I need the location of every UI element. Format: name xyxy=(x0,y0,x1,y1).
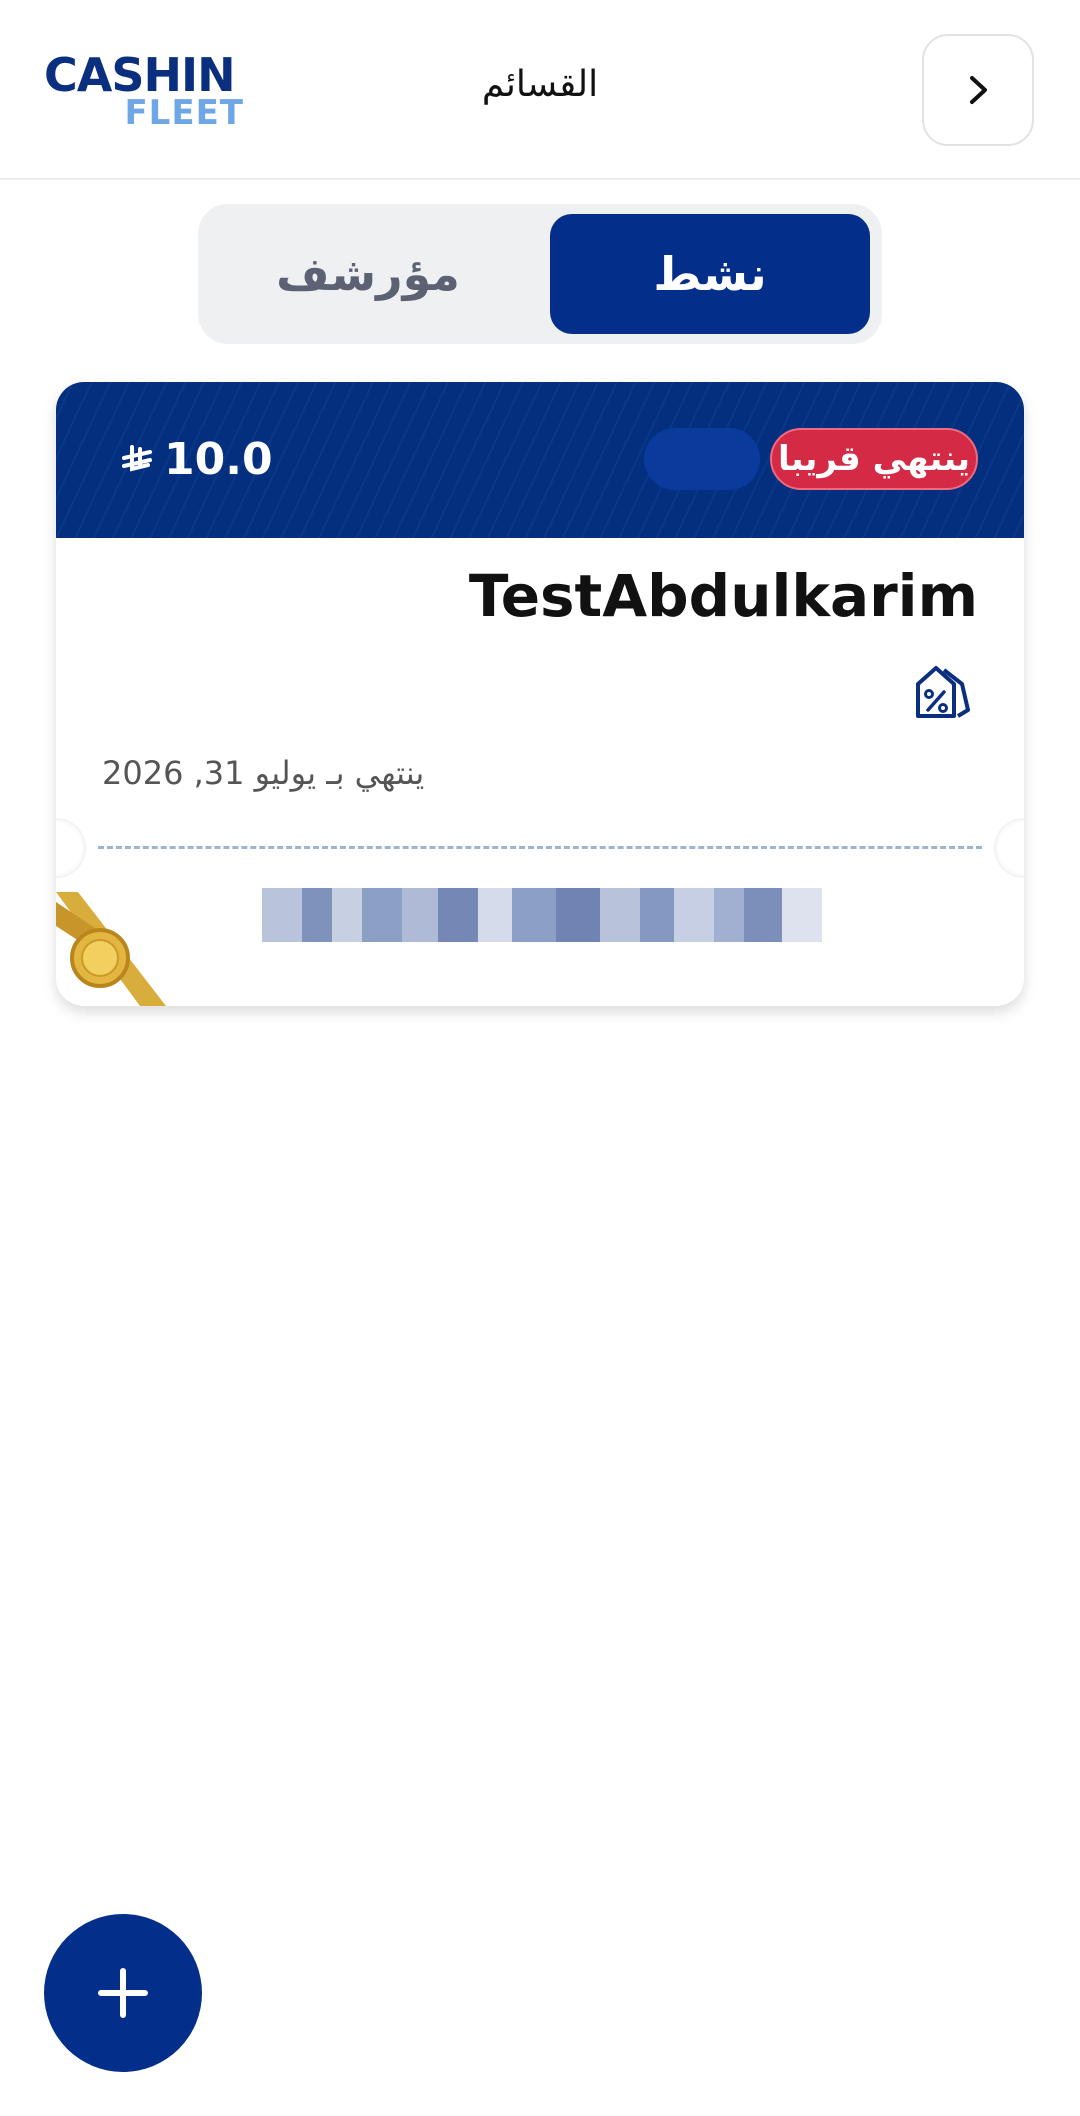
voucher-amount-value: 10.0 xyxy=(164,434,273,485)
voucher-name: TestAbdulkarim xyxy=(468,562,978,630)
saudi-riyal-icon xyxy=(122,444,152,472)
expiring-soon-badge: ينتهي قريبا xyxy=(770,428,978,490)
gold-seal-ribbon-icon xyxy=(56,892,166,1006)
ticket-divider xyxy=(98,846,982,849)
add-voucher-button[interactable] xyxy=(44,1914,202,2072)
percent-tag-icon xyxy=(916,666,970,718)
voucher-card-header: 10.0 ينتهي قريبا xyxy=(56,382,1024,538)
tab-active[interactable]: نشط xyxy=(550,214,870,334)
tab-archived[interactable]: مؤرشف xyxy=(208,214,528,334)
app-header: CASHIN FLEET القسائم xyxy=(0,0,1080,180)
page-title: القسائم xyxy=(481,64,599,105)
obscured-voucher-code xyxy=(262,888,822,942)
voucher-amount: 10.0 xyxy=(120,434,273,485)
status-segmented-control: نشط مؤرشف xyxy=(198,204,882,344)
voucher-expiry: ينتهي بـ يوليو 31, 2026 xyxy=(102,754,425,792)
chevron-right-icon xyxy=(970,76,987,104)
back-button[interactable] xyxy=(922,34,1034,146)
voucher-card[interactable]: 10.0 ينتهي قريبا TestAbdulkarim ينتهي بـ… xyxy=(56,382,1024,1006)
ticket-notch-right xyxy=(994,818,1024,878)
plus-icon xyxy=(98,1968,148,2018)
blank-badge xyxy=(644,428,760,490)
ticket-notch-left xyxy=(56,818,86,878)
